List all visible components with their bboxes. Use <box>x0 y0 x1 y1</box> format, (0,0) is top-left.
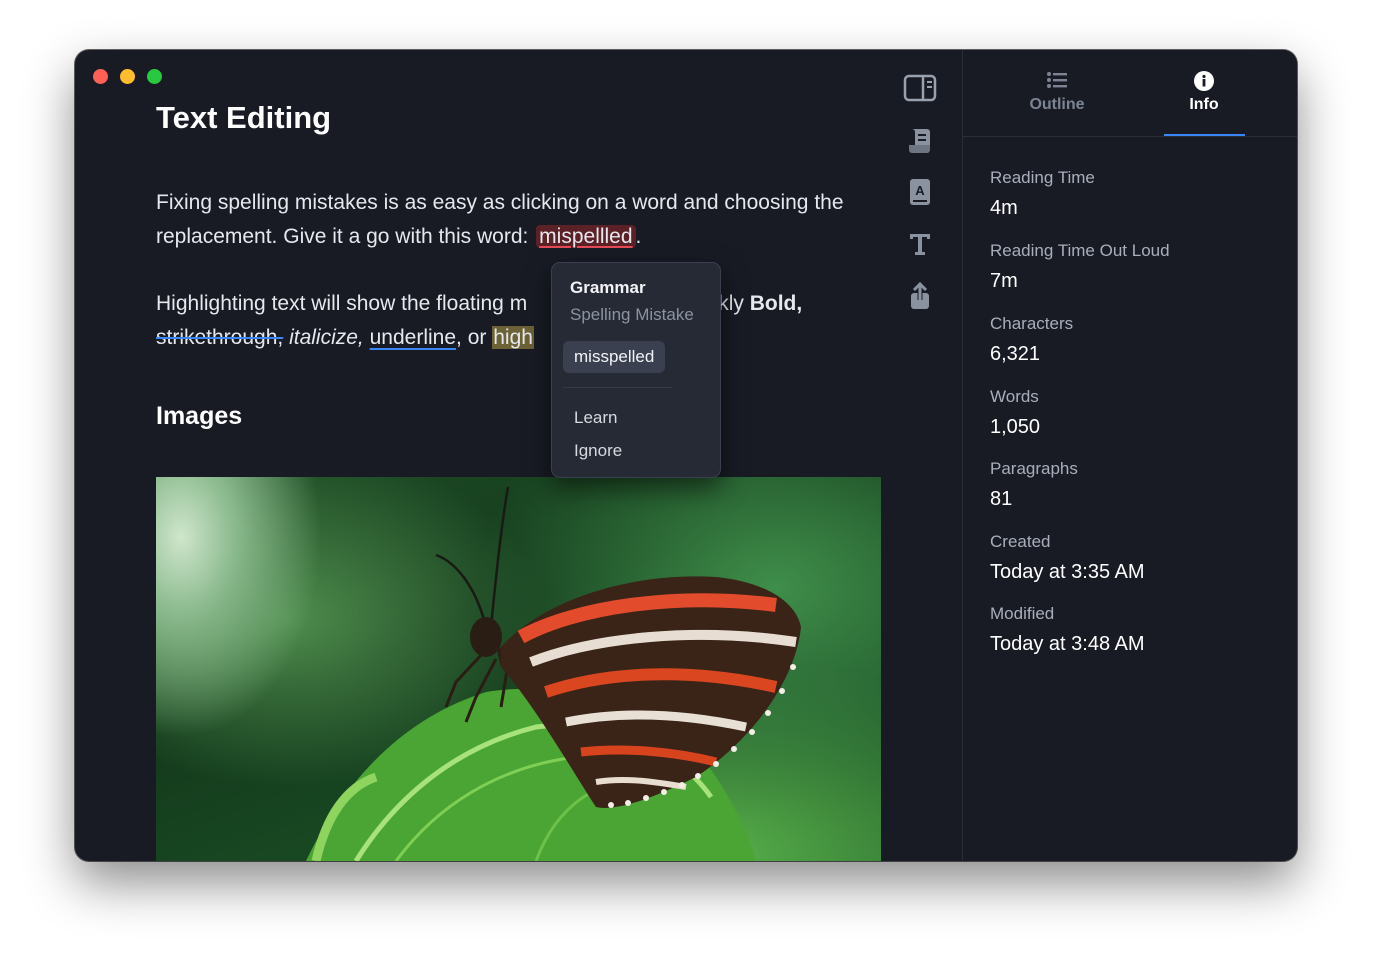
paragraph-spelling-period: . <box>635 225 642 248</box>
strikethrough-sample: strikethrough, <box>156 326 284 349</box>
stat-value: Today at 3:35 AM <box>990 561 1145 583</box>
sidebar-toggle-button[interactable] <box>902 70 938 106</box>
stat-value: 81 <box>990 488 1013 510</box>
butterfly-illustration <box>306 486 801 861</box>
editor-pane[interactable]: Text Editing Fixing spelling mistakes is… <box>75 50 962 861</box>
stat-reading-time-out-loud: Reading Time Out Loud 7m <box>990 241 1170 293</box>
bold-sample: Bold, <box>749 292 803 315</box>
info-icon <box>1194 71 1214 91</box>
popover-title: Grammar <box>570 278 646 297</box>
info-sidebar: Outline Info Reading Time 4m Reading Tim… <box>962 50 1297 861</box>
tab-outline-label: Outline <box>1029 96 1085 113</box>
paragraph-spelling-line1: Fixing spelling mistakes is as easy as c… <box>156 191 844 214</box>
scroll-button[interactable] <box>902 122 938 158</box>
stat-label: Created <box>990 532 1051 551</box>
stat-label: Characters <box>990 314 1074 333</box>
sidebar-toggle-icon <box>903 74 937 102</box>
spelling-popover: Grammar Spelling Mistake misspelled Lear… <box>551 262 721 478</box>
paragraph-spelling[interactable]: Fixing spelling mistakes is as easy as c… <box>156 186 844 254</box>
stat-value: 6,321 <box>990 343 1041 365</box>
stat-label: Paragraphs <box>990 459 1078 478</box>
ignore-button[interactable]: Ignore <box>574 441 622 461</box>
stat-created: Created Today at 3:35 AM <box>990 532 1145 584</box>
misspelled-word[interactable]: mispellled <box>536 225 636 248</box>
stat-value: Today at 3:48 AM <box>990 633 1145 655</box>
document-title: Text Editing <box>156 100 332 135</box>
butterfly-image[interactable] <box>156 477 881 861</box>
learn-button[interactable]: Learn <box>574 408 617 428</box>
stat-label: Words <box>990 387 1039 406</box>
dictionary-button[interactable]: A <box>902 174 938 210</box>
section-heading-images: Images <box>156 402 243 430</box>
dictionary-icon: A <box>910 179 930 205</box>
suggestion-button[interactable]: misspelled <box>563 341 666 373</box>
stat-label: Reading Time <box>990 168 1095 187</box>
popover-subtitle: Spelling Mistake <box>570 305 694 324</box>
typography-icon <box>910 234 930 255</box>
stat-words: Words 1,050 <box>990 387 1040 439</box>
share-button[interactable] <box>902 278 938 314</box>
paragraph-spelling-line2: replacement. Give it a go with this word… <box>156 225 535 248</box>
stat-characters: Characters 6,321 <box>990 314 1073 366</box>
app-window: Text Editing Fixing spelling mistakes is… <box>75 50 1297 861</box>
share-icon <box>911 281 929 309</box>
stat-value: 7m <box>990 270 1018 292</box>
active-tab-indicator <box>1164 134 1245 136</box>
stat-paragraphs: Paragraphs 81 <box>990 459 1078 511</box>
stat-reading-time: Reading Time 4m <box>990 168 1095 220</box>
scroll-icon <box>909 129 930 153</box>
popover-divider <box>563 387 672 388</box>
tab-outline[interactable]: Outline <box>997 70 1117 114</box>
paragraph-formatting-or: , or <box>456 326 493 349</box>
typography-button[interactable] <box>902 226 938 262</box>
tab-info[interactable]: Info <box>1144 70 1264 114</box>
stat-label: Reading Time Out Loud <box>990 241 1170 260</box>
sidebar-tabs: Outline Info <box>963 50 1297 137</box>
list-icon <box>1047 72 1067 88</box>
tab-info-label: Info <box>1189 96 1219 113</box>
stat-value: 4m <box>990 197 1018 219</box>
stat-label: Modified <box>990 604 1055 623</box>
stat-value: 1,050 <box>990 416 1041 438</box>
svg-text:A: A <box>915 183 925 198</box>
highlight-sample: high <box>492 326 534 349</box>
paragraph-formatting-start: Highlighting text will show the floating… <box>156 292 528 315</box>
italic-sample: italicize, <box>289 326 364 349</box>
underline-sample: underline <box>369 326 457 349</box>
stat-modified: Modified Today at 3:48 AM <box>990 604 1145 656</box>
